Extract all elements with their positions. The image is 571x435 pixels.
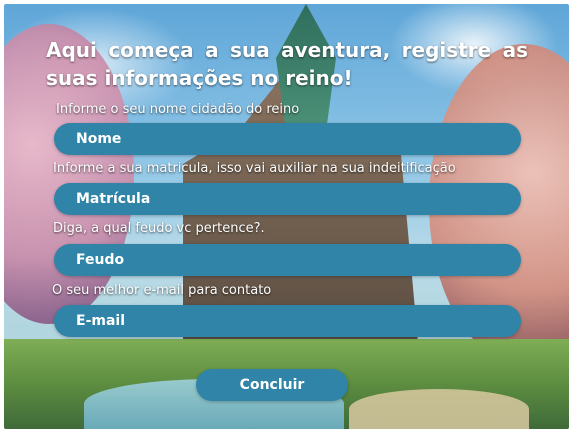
submit-button[interactable]: Concluir [196, 369, 348, 401]
page-title: Aqui começa a sua aventura, registre as … [46, 38, 528, 90]
registration-label: Informe a sua matricula, isso vai auxili… [53, 161, 456, 176]
path [349, 389, 529, 429]
email-input[interactable] [74, 312, 521, 330]
email-label: O seu melhor e-mail para contato [52, 283, 272, 298]
registration-input[interactable] [74, 190, 521, 208]
fief-label: Diga, a qual feudo vc pertence?. [53, 221, 265, 236]
fief-field[interactable] [54, 244, 521, 276]
name-field[interactable] [54, 123, 521, 155]
name-input[interactable] [74, 130, 521, 148]
registration-field[interactable] [54, 183, 521, 215]
email-field[interactable] [54, 305, 521, 337]
fief-input[interactable] [74, 251, 521, 269]
name-label: Informe o seu nome cidadão do reino [56, 102, 300, 117]
